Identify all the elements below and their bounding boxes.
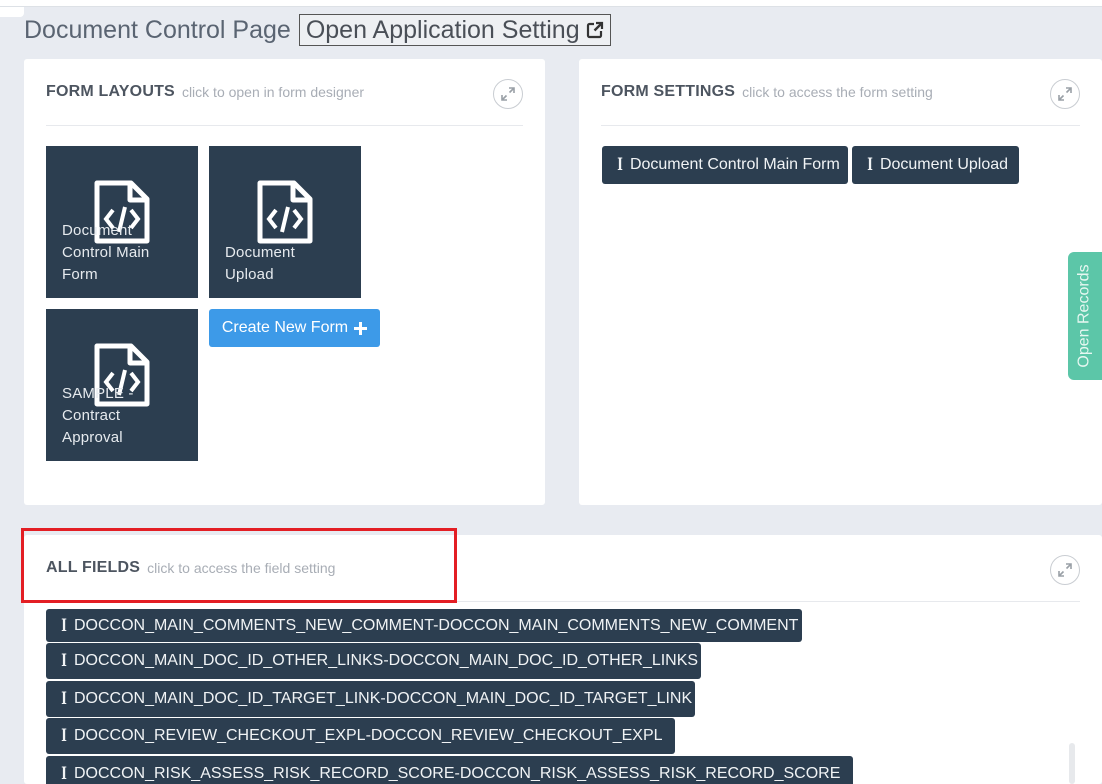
form-layouts-header: FORM LAYOUTS click to open in form desig… (46, 59, 523, 126)
open-application-setting-label: Open Application Setting (305, 15, 580, 44)
create-new-form-button[interactable]: Create New Form (209, 309, 380, 347)
text-cursor-icon: I (61, 615, 67, 636)
field-chip[interactable]: I DOCCON_MAIN_COMMENTS_NEW_COMMENT-DOCCO… (46, 609, 802, 642)
field-label: DOCCON_RISK_ASSESS_RISK_RECORD_SCORE-DOC… (73, 765, 841, 782)
field-label: DOCCON_MAIN_COMMENTS_NEW_COMMENT-DOCCON_… (73, 616, 799, 634)
form-layout-tile-main[interactable]: Document Control Main Form (46, 146, 198, 298)
field-label: DOCCON_REVIEW_CHECKOUT_EXPL-DOCCON_REVIE… (73, 727, 663, 744)
expand-icon (1058, 563, 1072, 577)
open-records-label: Open Records (1076, 264, 1094, 368)
external-link-icon (586, 21, 603, 39)
file-code-icon (257, 180, 313, 244)
all-fields-subtitle: click to access the field setting (147, 560, 336, 576)
field-chip[interactable]: I DOCCON_MAIN_DOC_ID_TARGET_LINK-DOCCON_… (46, 681, 695, 717)
form-settings-title: FORM SETTINGS (601, 83, 736, 100)
form-settings-panel: FORM SETTINGS click to access the form s… (579, 59, 1102, 505)
fields-scrollbar[interactable] (1069, 743, 1075, 784)
expand-icon (501, 87, 515, 101)
open-records-tab[interactable]: Open Records (1068, 252, 1102, 380)
field-chip[interactable]: I DOCCON_MAIN_DOC_ID_OTHER_LINKS-DOCCON_… (46, 643, 701, 679)
form-layout-tile-sample[interactable]: SAMPLE - Contract Approval (46, 309, 198, 461)
form-settings-subtitle: click to access the form setting (742, 84, 933, 100)
plus-icon (354, 321, 368, 335)
text-cursor-icon: I (61, 764, 67, 784)
expand-icon (1058, 87, 1072, 101)
form-layout-tile-label: SAMPLE - Contract Approval (62, 385, 134, 446)
field-chip[interactable]: I DOCCON_REVIEW_CHECKOUT_EXPL-DOCCON_REV… (46, 718, 675, 754)
form-layout-tile-label: Document Upload (225, 244, 295, 283)
form-setting-label: Document Upload (879, 156, 1009, 173)
page-header: Document Control Page Open Application S… (24, 14, 611, 46)
text-cursor-icon: I (61, 726, 67, 746)
text-cursor-icon: I (867, 155, 873, 175)
field-label: DOCCON_MAIN_DOC_ID_TARGET_LINK-DOCCON_MA… (73, 690, 693, 707)
form-layout-tile-label: Document Control Main Form (62, 222, 150, 283)
form-setting-label: Document Control Main Form (629, 156, 840, 173)
text-cursor-icon: I (617, 155, 623, 175)
form-settings-expand-button[interactable] (1050, 79, 1080, 109)
all-fields-list[interactable]: I DOCCON_MAIN_COMMENTS_NEW_COMMENT-DOCCO… (46, 603, 1056, 784)
text-cursor-icon: I (61, 651, 67, 671)
form-settings-header: FORM SETTINGS click to access the form s… (601, 59, 1080, 126)
field-label: DOCCON_MAIN_DOC_ID_OTHER_LINKS-DOCCON_MA… (73, 652, 699, 669)
form-layouts-expand-button[interactable] (493, 79, 523, 109)
form-setting-upload-button[interactable]: I Document Upload (852, 146, 1019, 184)
create-new-form-label: Create New Form (221, 319, 349, 336)
form-layouts-title: FORM LAYOUTS (46, 83, 175, 100)
form-setting-main-button[interactable]: I Document Control Main Form (602, 146, 848, 184)
form-layouts-subtitle: click to open in form designer (181, 84, 365, 100)
field-chip[interactable]: I DOCCON_RISK_ASSESS_RISK_RECORD_SCORE-D… (46, 756, 853, 784)
all-fields-expand-button[interactable] (1050, 555, 1080, 585)
text-cursor-icon: I (61, 689, 67, 709)
all-fields-header: ALL FIELDS click to access the field set… (46, 535, 1080, 602)
top-bar-tab[interactable] (0, 7, 24, 17)
form-layout-tile-upload[interactable]: Document Upload (209, 146, 361, 298)
open-application-setting-button[interactable]: Open Application Setting (298, 14, 611, 46)
top-bar (0, 0, 1102, 7)
all-fields-title: ALL FIELDS (46, 559, 141, 576)
page-title: Document Control Page (24, 15, 291, 44)
